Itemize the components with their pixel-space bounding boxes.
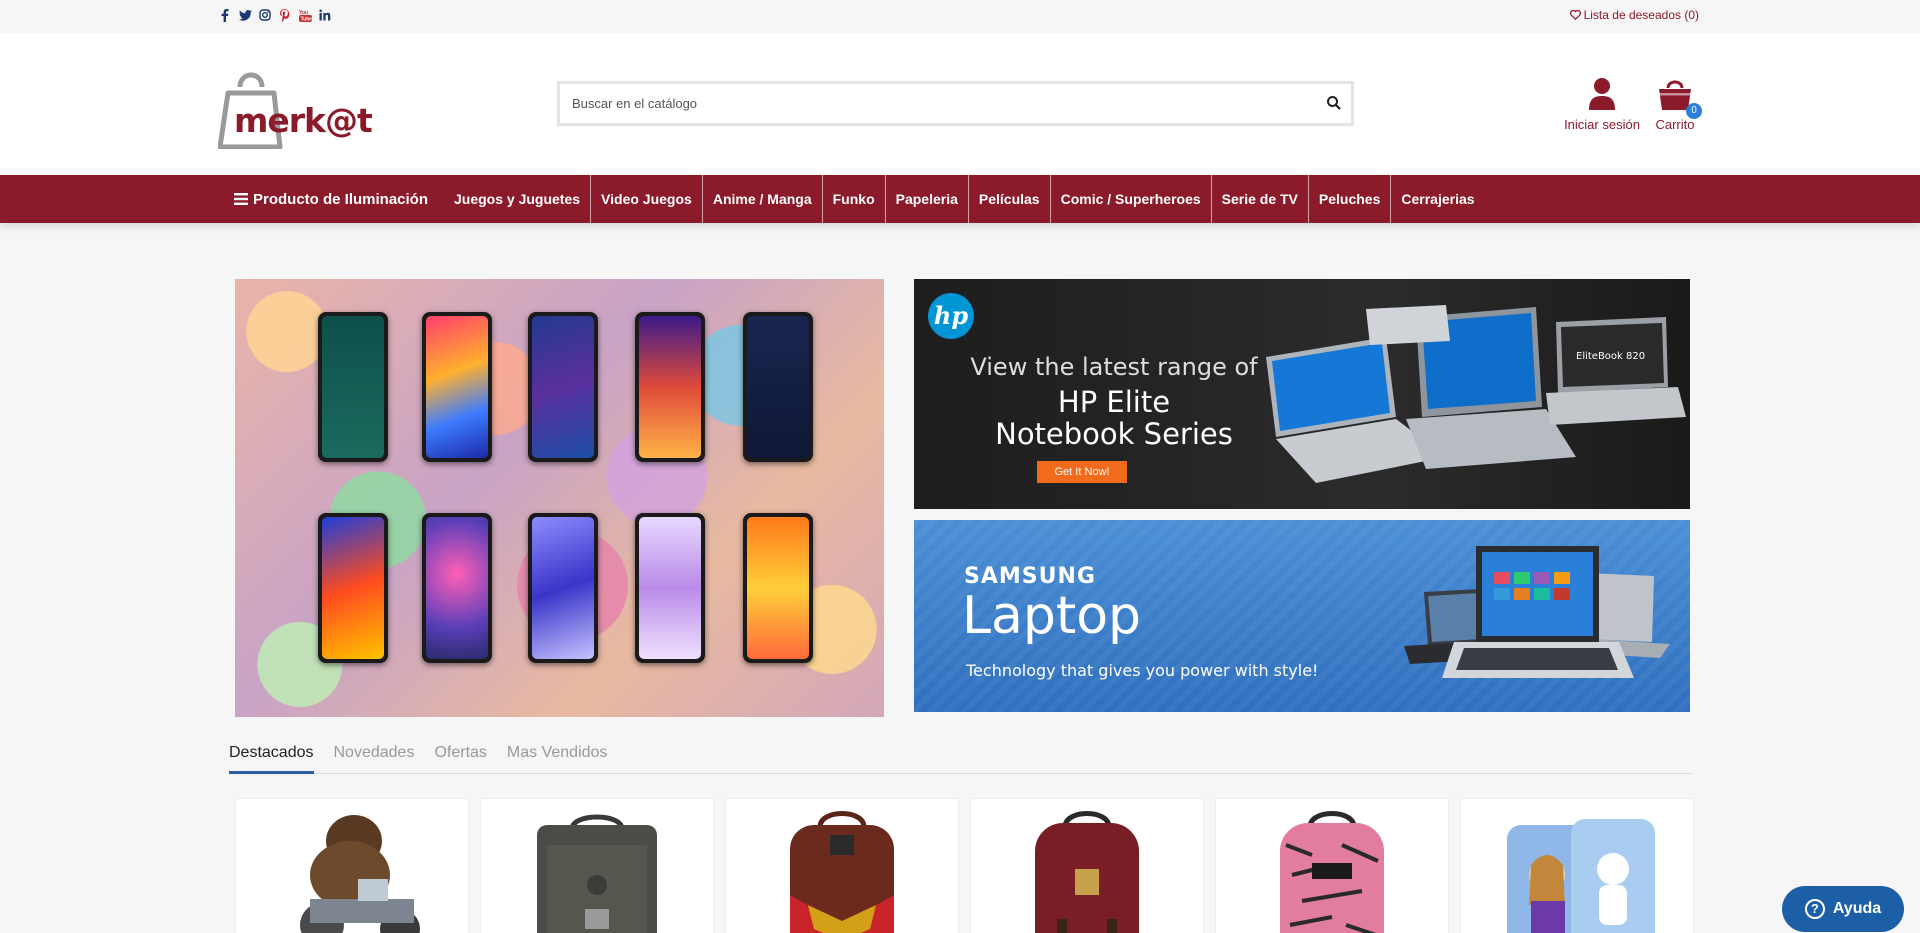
sign-in-label: Iniciar sesión [1564,117,1640,132]
samsung-banner[interactable]: SAMSUNG Laptop Technology that gives you… [914,520,1690,712]
phone-image [422,312,492,462]
hp-banner-line1: View the latest range of [970,353,1258,381]
youtube-icon[interactable]: You Tube [298,7,312,23]
product-card[interactable] [725,798,959,933]
hp-banner[interactable]: hp View the latest range of HP Elite Not… [914,279,1690,509]
tab-mas-vendidos[interactable]: Mas Vendidos [507,738,608,774]
nav-item-peliculas[interactable]: Películas [967,175,1050,223]
wishlist-label: Lista de deseados (0) [1583,8,1699,22]
twitter-icon[interactable] [238,7,252,23]
help-label: Ayuda [1832,900,1882,917]
search-input[interactable] [572,84,1312,123]
tab-ofertas[interactable]: Ofertas [434,738,486,774]
site-logo[interactable]: merk@t [218,63,373,149]
nav-item-video-juegos[interactable]: Video Juegos [590,175,702,223]
product-tabs: Destacados Novedades Ofertas Mas Vendido… [229,738,1693,774]
search-bar [557,81,1354,126]
nav-menu: Juegos y Juguetes Video Juegos Anime / M… [444,175,1485,223]
product-card[interactable] [1460,798,1694,933]
social-links: You Tube [218,7,332,23]
top-bar: You Tube Lista de deseados (0) [0,0,1920,33]
product-card[interactable] [235,798,469,933]
logo-text: merk@t [234,101,373,140]
hamburger-icon [234,193,248,205]
heart-icon [1569,10,1581,20]
tab-novedades[interactable]: Novedades [334,738,415,774]
nav-item-juegos-y-juguetes[interactable]: Juegos y Juguetes [444,175,590,223]
product-image [1280,811,1384,933]
hp-banner-line3: Notebook Series [995,417,1233,451]
get-it-now-button[interactable]: Get It Now! [1037,461,1127,483]
category-menu-button[interactable]: Producto de Iluminación [234,175,428,223]
tab-destacados[interactable]: Destacados [229,738,314,774]
help-button[interactable]: ? Ayuda [1782,886,1904,932]
sign-in-link[interactable]: Iniciar sesión [1562,73,1642,132]
phone-image [743,312,813,462]
site-header: merk@t Iniciar sesión 0 Carrito [0,33,1920,175]
product-card[interactable] [480,798,714,933]
nav-item-serie-de-tv[interactable]: Serie de TV [1210,175,1308,223]
nav-item-funko[interactable]: Funko [821,175,885,223]
nav-item-papeleria[interactable]: Papeleria [884,175,968,223]
hp-logo: hp [928,293,974,339]
search-icon[interactable] [1325,94,1343,112]
phone-image [743,513,813,663]
laptops-image: EliteBook 820 [1266,305,1686,483]
product-image [1507,819,1655,933]
product-image [300,815,420,933]
phone-image [635,513,705,663]
product-card[interactable] [970,798,1204,933]
svg-text:Tube: Tube [300,16,312,21]
phone-image [528,513,598,663]
question-icon: ? [1804,899,1825,919]
nav-item-cerrajerias[interactable]: Cerrajerias [1390,175,1484,223]
product-grid [235,798,1694,933]
product-image [537,814,657,933]
phones-banner[interactable] [235,279,884,717]
nav-item-comic-superheroes[interactable]: Comic / Superheroes [1049,175,1211,223]
linkedin-icon[interactable] [318,7,332,23]
phone-image [318,312,388,462]
wishlist-link[interactable]: Lista de deseados (0) [1569,8,1699,22]
hp-banner-line2: HP Elite [1057,385,1171,419]
phone-image [422,513,492,663]
laptops-image [1404,546,1670,678]
cart-link[interactable]: 0 Carrito [1648,73,1702,132]
instagram-icon[interactable] [258,7,272,23]
product-image [790,811,894,933]
phone-image [528,312,598,462]
phone-image [318,513,388,663]
pinterest-icon[interactable] [278,7,292,23]
facebook-icon[interactable] [218,7,232,23]
elitebook-label: EliteBook 820 [1576,351,1645,362]
main-nav: Producto de Iluminación Juegos y Juguete… [0,175,1920,223]
samsung-tagline: Technology that gives you power with sty… [966,661,1319,680]
product-card[interactable] [1215,798,1449,933]
product-image [1035,811,1139,933]
nav-item-anime-manga[interactable]: Anime / Manga [701,175,822,223]
category-menu-label: Producto de Iluminación [253,190,429,208]
nav-item-peluches[interactable]: Peluches [1307,175,1390,223]
samsung-title: Laptop [962,586,1142,646]
phone-image [635,312,705,462]
cart-count-badge: 0 [1686,103,1702,119]
user-icon [1589,78,1615,110]
cart-label: Carrito [1655,117,1695,132]
